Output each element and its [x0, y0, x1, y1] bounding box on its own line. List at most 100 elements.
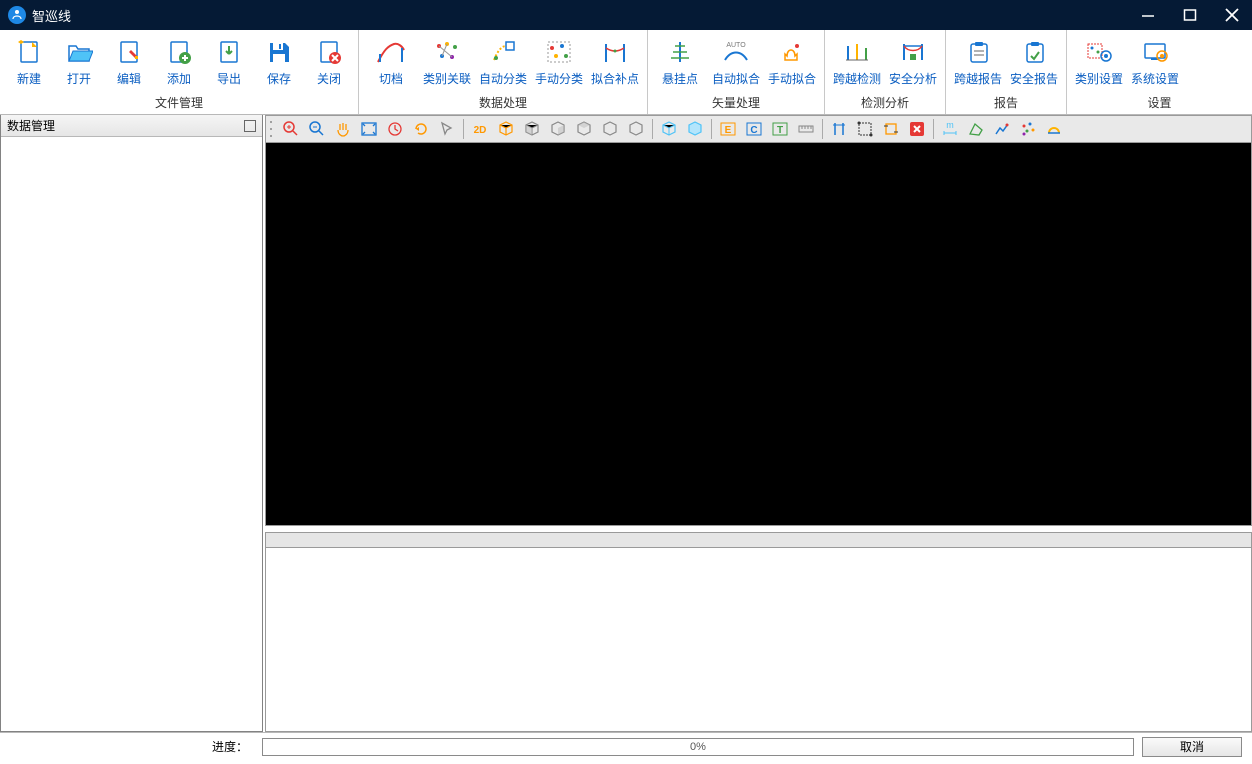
crossing-report-icon: [962, 36, 994, 68]
fit-fill-button[interactable]: 拟合补点: [587, 32, 643, 91]
legend-button[interactable]: [1041, 117, 1067, 141]
select-crop-button[interactable]: [878, 117, 904, 141]
safety-analysis-icon: [897, 36, 929, 68]
refresh-button[interactable]: [408, 117, 434, 141]
manual-classify-button[interactable]: 手动分类: [531, 32, 587, 91]
save-button[interactable]: 保存: [254, 32, 304, 91]
ribbon-group-label: 设置: [1071, 92, 1248, 114]
undock-icon[interactable]: [244, 120, 256, 132]
system-settings-icon: [1139, 36, 1171, 68]
ribbon-group-label: 检测分析: [829, 92, 941, 114]
fit-extent-button[interactable]: [356, 117, 382, 141]
edit-file-icon: [113, 36, 145, 68]
status-bar: 进度： 0% 取消: [0, 732, 1252, 760]
export-button[interactable]: 导出: [204, 32, 254, 91]
progress-label: 进度：: [10, 738, 254, 755]
scatter-tool-button[interactable]: [1015, 117, 1041, 141]
category-settings-button[interactable]: 类别设置: [1071, 32, 1127, 91]
view-2d-button[interactable]: 2D: [467, 117, 493, 141]
profile-button[interactable]: [989, 117, 1015, 141]
reset-view-button[interactable]: [382, 117, 408, 141]
zoom-out-button[interactable]: [304, 117, 330, 141]
progress-bar: 0%: [262, 738, 1134, 756]
ribbon-group-file: 新建 打开 编辑 添加 导出 保存 关闭 文件管理: [0, 30, 359, 114]
solid-button[interactable]: [682, 117, 708, 141]
category-settings-icon: [1083, 36, 1115, 68]
auto-classify-icon: [487, 36, 519, 68]
svg-text:E: E: [725, 125, 732, 136]
select-tower-button[interactable]: [826, 117, 852, 141]
system-settings-button[interactable]: 系统设置: [1127, 32, 1183, 91]
view-left-button[interactable]: [571, 117, 597, 141]
add-button[interactable]: 添加: [154, 32, 204, 91]
ribbon-group-report: 跨越报告 安全报告 报告: [946, 30, 1067, 114]
svg-text:2D: 2D: [474, 125, 487, 136]
view-top-button[interactable]: [623, 117, 649, 141]
ribbon: 新建 打开 编辑 添加 导出 保存 关闭 文件管理 切档 类别关联 自动分类 手…: [0, 30, 1252, 115]
fit-fill-icon: [599, 36, 631, 68]
add-file-icon: [163, 36, 195, 68]
safety-report-button[interactable]: 安全报告: [1006, 32, 1062, 91]
view-back-button[interactable]: [545, 117, 571, 141]
title-bar: 智巡线: [0, 0, 1252, 30]
ribbon-group-data: 切档 类别关联 自动分类 手动分类 拟合补点 数据处理: [359, 30, 648, 114]
cancel-button[interactable]: 取消: [1142, 737, 1242, 757]
right-area: 2D E C T m: [265, 115, 1252, 732]
category-link-button[interactable]: 类别关联: [419, 32, 475, 91]
measure-dist-button[interactable]: m: [937, 117, 963, 141]
select-rect-button[interactable]: [852, 117, 878, 141]
open-folder-icon: [63, 36, 95, 68]
label-e-button[interactable]: E: [715, 117, 741, 141]
label-c-button[interactable]: C: [741, 117, 767, 141]
crossing-detect-button[interactable]: 跨越检测: [829, 32, 885, 91]
manual-fit-icon: [776, 36, 808, 68]
toolbar-handle[interactable]: [270, 119, 276, 139]
ribbon-group-vector: 悬挂点 AUTO自动拟合 手动拟合 矢量处理: [648, 30, 825, 114]
3d-viewport[interactable]: [265, 143, 1252, 526]
window-controls: [1136, 3, 1244, 27]
save-icon: [263, 36, 295, 68]
close-file-icon: [313, 36, 345, 68]
view-right-button[interactable]: [597, 117, 623, 141]
crossing-report-button[interactable]: 跨越报告: [950, 32, 1006, 91]
delete-selection-button[interactable]: [904, 117, 930, 141]
view-front-button[interactable]: [519, 117, 545, 141]
ribbon-group-analysis: 跨越检测 安全分析 检测分析: [825, 30, 946, 114]
auto-fit-button[interactable]: AUTO自动拟合: [708, 32, 764, 91]
data-management-tree[interactable]: [1, 137, 262, 731]
label-t-button[interactable]: T: [767, 117, 793, 141]
measure-area-button[interactable]: [963, 117, 989, 141]
safety-analysis-button[interactable]: 安全分析: [885, 32, 941, 91]
app-icon: [8, 6, 26, 24]
app-title: 智巡线: [32, 6, 1136, 25]
cut-section-button[interactable]: 切档: [363, 32, 419, 91]
ribbon-group-label: 矢量处理: [652, 92, 820, 114]
dangling-point-button[interactable]: 悬挂点: [652, 32, 708, 91]
svg-text:C: C: [750, 125, 757, 136]
main-body: 数据管理 2D E C: [0, 115, 1252, 732]
auto-fit-icon: AUTO: [720, 36, 752, 68]
minimize-button[interactable]: [1136, 3, 1160, 27]
panel-header: 数据管理: [1, 115, 262, 137]
export-icon: [213, 36, 245, 68]
close-file-button[interactable]: 关闭: [304, 32, 354, 91]
close-button[interactable]: [1220, 3, 1244, 27]
ribbon-group-label: 报告: [950, 92, 1062, 114]
lower-panel-header: [265, 532, 1252, 548]
open-button[interactable]: 打开: [54, 32, 104, 91]
svg-text:m: m: [946, 120, 954, 130]
pointer-button[interactable]: [434, 117, 460, 141]
lower-panel[interactable]: [265, 548, 1252, 732]
pan-button[interactable]: [330, 117, 356, 141]
data-management-panel: 数据管理: [0, 115, 263, 732]
maximize-button[interactable]: [1178, 3, 1202, 27]
new-button[interactable]: 新建: [4, 32, 54, 91]
edit-button[interactable]: 编辑: [104, 32, 154, 91]
view-3d-button[interactable]: [493, 117, 519, 141]
ribbon-group-label: 数据处理: [363, 92, 643, 114]
ruler-button[interactable]: [793, 117, 819, 141]
auto-classify-button[interactable]: 自动分类: [475, 32, 531, 91]
manual-fit-button[interactable]: 手动拟合: [764, 32, 820, 91]
wireframe-button[interactable]: [656, 117, 682, 141]
zoom-in-button[interactable]: [278, 117, 304, 141]
